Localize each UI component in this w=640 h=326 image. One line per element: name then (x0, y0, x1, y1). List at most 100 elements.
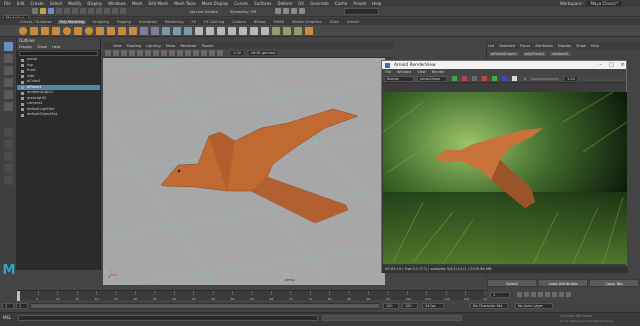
time-slider[interactable]: 5 10 15 20 25 30 35 40 45 50 55 60 65 70 75 80 85 90 95 100… (17, 290, 489, 301)
resolution-gate-icon[interactable] (153, 50, 159, 56)
textured-icon[interactable] (177, 50, 183, 56)
command-input[interactable] (18, 315, 318, 321)
menu-create[interactable]: Create (30, 1, 43, 6)
menu-mesh-tools[interactable]: Mesh Tools (174, 1, 196, 6)
bookmark-icon[interactable] (121, 50, 127, 56)
plane-icon[interactable] (74, 26, 82, 35)
graph-layout-icon[interactable] (4, 176, 13, 185)
viewport-menu-view[interactable]: View (113, 44, 122, 48)
camera-attributes-icon[interactable] (113, 50, 119, 56)
grid-icon[interactable] (137, 50, 143, 56)
red-channel-icon[interactable] (482, 76, 487, 81)
renderview-menu-file[interactable]: File (385, 70, 391, 74)
menu-display[interactable]: Display (87, 1, 102, 6)
planar-map-icon[interactable] (283, 26, 291, 35)
attr-tab-display[interactable]: Display (558, 44, 571, 48)
menu-surfaces[interactable]: Surfaces (254, 1, 271, 6)
workspace-select[interactable]: Maya Classic* (587, 1, 622, 6)
menu-windows[interactable]: Windows (108, 1, 126, 6)
superellipse-icon[interactable] (107, 26, 115, 35)
cylinder-icon[interactable] (41, 26, 49, 35)
maximize-icon[interactable]: □ (608, 62, 615, 68)
go-to-end-icon[interactable] (566, 292, 571, 297)
boolean-icon[interactable] (173, 26, 181, 35)
go-to-start-icon[interactable] (517, 292, 522, 297)
select-button[interactable]: Select (487, 279, 537, 287)
renderview-menu-view[interactable]: View (417, 70, 426, 74)
outliner-menu-help[interactable]: Help (52, 45, 60, 49)
render-stop-icon[interactable] (462, 76, 467, 81)
menu-curves[interactable]: Curves (234, 1, 248, 6)
menu-generate[interactable]: Generate (310, 1, 329, 6)
gamma-value[interactable]: 1.00 (231, 51, 244, 55)
shelf-tab-fx[interactable]: FX (190, 20, 199, 24)
lasso-tool-icon[interactable] (4, 54, 13, 63)
attr-tab-list[interactable]: List (488, 44, 494, 48)
outliner-menu-show[interactable]: Show (37, 45, 47, 49)
undo-icon[interactable] (56, 8, 62, 14)
bridge-icon[interactable] (206, 26, 214, 35)
anim-layer-select[interactable]: No Anim Layer (515, 303, 553, 309)
viewport-menu-renderer[interactable]: Renderer (180, 44, 196, 48)
snap-surface-icon[interactable] (120, 8, 126, 14)
extrude-icon[interactable] (195, 26, 203, 35)
mirror-icon[interactable] (184, 26, 192, 35)
end-time-field[interactable]: 120 (402, 303, 418, 309)
current-frame-marker[interactable] (17, 291, 20, 301)
shelf-tab-mash[interactable]: MASH (272, 20, 287, 24)
uv-editor-icon[interactable] (272, 26, 280, 35)
sphere-icon[interactable] (19, 26, 27, 35)
menu-file[interactable]: File (4, 1, 11, 6)
separate-icon[interactable] (151, 26, 159, 35)
shelf-tab-animation[interactable]: Animation (137, 20, 159, 24)
shelf-tab-fx-caching[interactable]: FX Caching (202, 20, 226, 24)
four-pane-icon[interactable] (4, 140, 13, 149)
viewport-menu-shading[interactable]: Shading (127, 44, 142, 48)
target-weld-icon[interactable] (250, 26, 258, 35)
move-tool-icon[interactable] (4, 78, 13, 87)
disc-icon[interactable] (85, 26, 93, 35)
render-image[interactable] (383, 92, 627, 264)
viewport-menu-panels[interactable]: Panels (202, 44, 214, 48)
node-tab-lambert1[interactable]: lambert1 (550, 52, 571, 56)
exposure-value[interactable]: 0 (524, 77, 526, 81)
cube-icon[interactable] (30, 26, 38, 35)
menu-edit-mesh[interactable]: Edit Mesh (149, 1, 169, 6)
side-by-side-icon[interactable] (4, 152, 13, 161)
bevel-icon[interactable] (217, 26, 225, 35)
select-object-icon[interactable] (80, 8, 86, 14)
minimize-icon[interactable]: – (597, 62, 604, 68)
attr-tab-attributes[interactable]: Attributes (535, 44, 553, 48)
svg-icon[interactable] (129, 26, 137, 35)
type-icon[interactable] (118, 26, 126, 35)
shelf-tab-motion-graphics[interactable]: Motion Graphics (290, 20, 323, 24)
shelf-tab-rendering[interactable]: Rendering (163, 20, 185, 24)
color-space-select[interactable]: sRGB gamma (249, 51, 278, 55)
playback-end-field[interactable]: 120 (383, 303, 399, 309)
outliner-search[interactable] (19, 51, 98, 56)
step-back-frame-icon[interactable] (531, 292, 536, 297)
camera-select[interactable]: perspShape (417, 75, 447, 82)
snap-grid-icon[interactable] (96, 8, 102, 14)
viewport-menu-show[interactable]: Show (166, 44, 176, 48)
new-scene-icon[interactable] (32, 8, 38, 14)
attr-tab-focus[interactable]: Focus (520, 44, 530, 48)
workspace-switcher[interactable]: Workspace : Maya Classic* (560, 0, 622, 7)
select-component-icon[interactable] (88, 8, 94, 14)
quad-draw-icon[interactable] (261, 26, 269, 35)
range-bar[interactable] (30, 303, 380, 309)
delete-history-icon[interactable] (305, 26, 313, 35)
smooth-icon[interactable] (162, 26, 170, 35)
image-plane-icon[interactable] (129, 50, 135, 56)
step-back-key-icon[interactable] (524, 292, 529, 297)
menu-uv[interactable]: UV (298, 1, 304, 6)
save-scene-icon[interactable] (48, 8, 54, 14)
aov-select[interactable]: Beauty (384, 75, 414, 82)
rotate-tool-icon[interactable] (4, 90, 13, 99)
bird-plane-mesh[interactable] (160, 108, 359, 224)
cone-icon[interactable] (52, 26, 60, 35)
exposure-slider[interactable] (531, 77, 560, 80)
shelf-tab-arnold[interactable]: Arnold (345, 20, 361, 24)
play-backwards-icon[interactable] (538, 292, 543, 297)
node-tab-polyplane1[interactable]: polyPlane1 (522, 52, 547, 56)
